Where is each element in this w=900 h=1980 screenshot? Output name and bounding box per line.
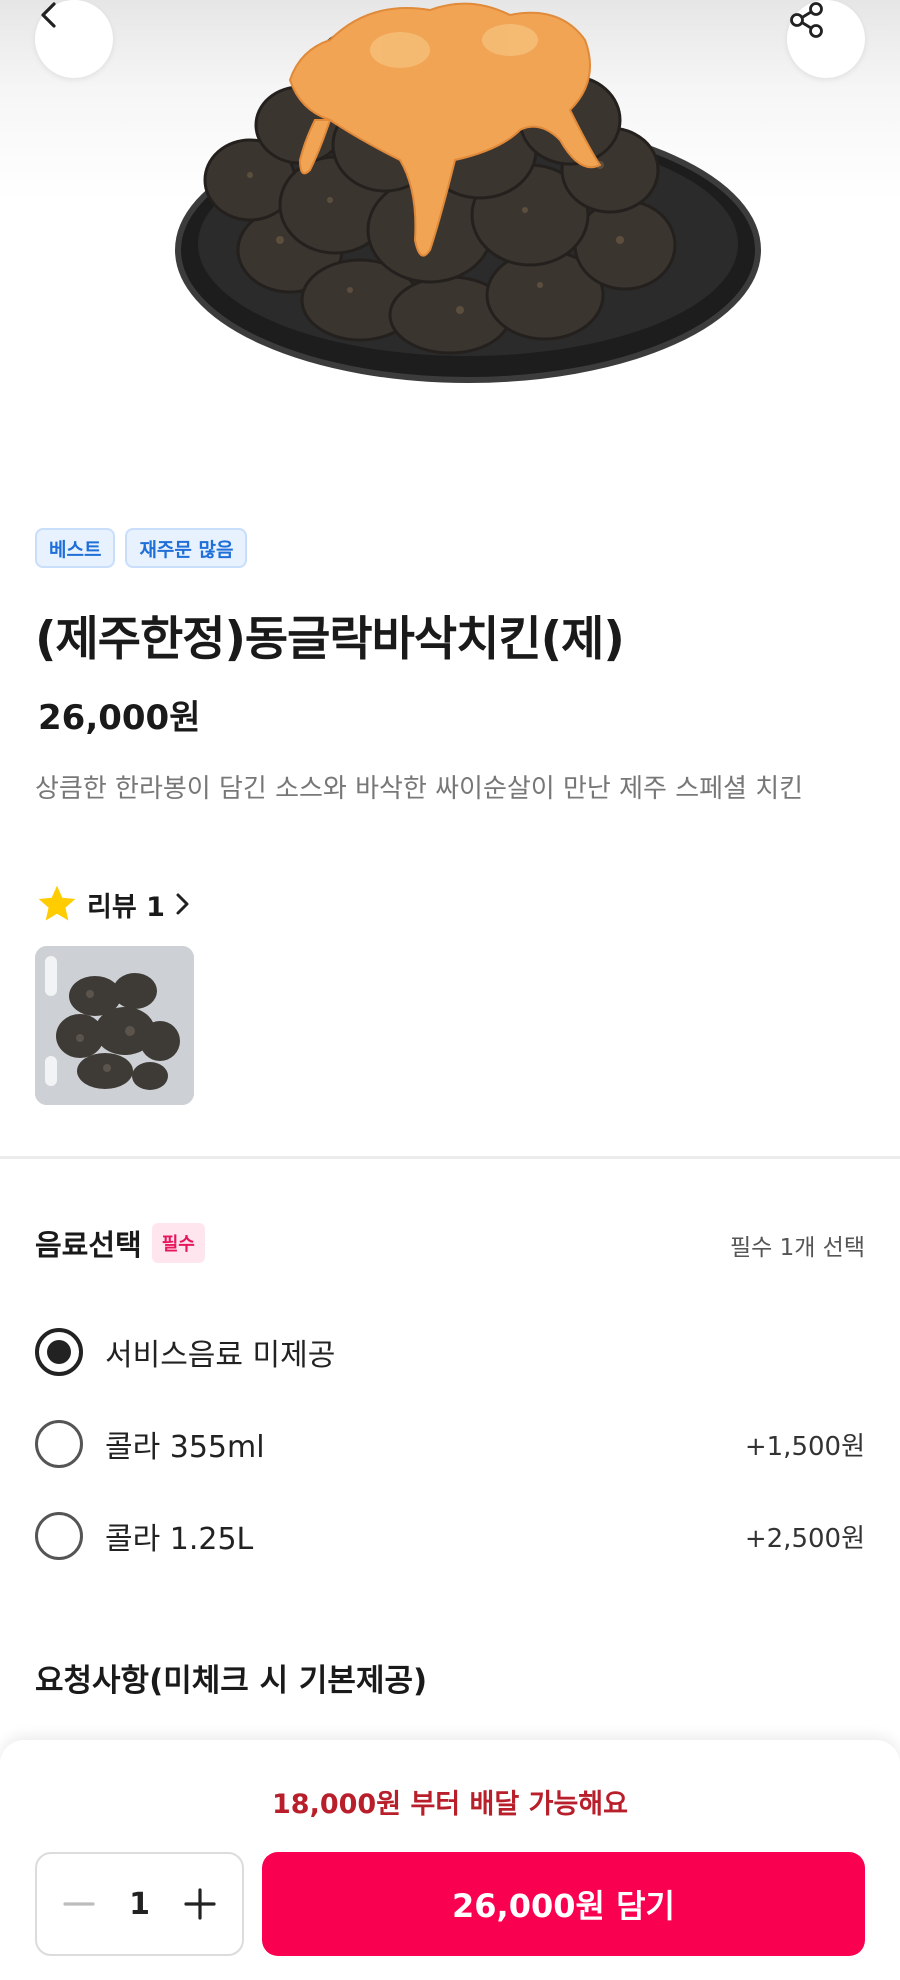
section-divider (0, 1156, 900, 1159)
beverage-section-title: 음료선택 필수 (35, 1222, 205, 1264)
best-badge: 베스트 (35, 528, 116, 568)
radio-unselected-icon[interactable] (35, 1420, 83, 1468)
beverage-option-none[interactable]: 서비스음료 미제공 (35, 1322, 865, 1382)
selection-hint: 필수 1개 선택 (729, 1235, 865, 1261)
radio-unselected-icon[interactable] (35, 1512, 83, 1560)
quantity-value: 1 (129, 1886, 150, 1922)
review-photo-thumbnail[interactable] (35, 946, 194, 1105)
share-button[interactable] (787, 0, 865, 78)
star-icon (38, 885, 76, 921)
share-icon (790, 2, 823, 38)
minus-icon (63, 1902, 95, 1906)
back-button[interactable] (35, 0, 113, 78)
option-label: 서비스음료 미제공 (105, 1338, 336, 1373)
chevron-right-icon (176, 893, 189, 915)
product-title: (제주한정)동글락바삭치킨(제) (35, 612, 625, 667)
requests-section-title: 요청사항(미체크 시 기본제공) (35, 1663, 428, 1699)
increase-quantity-button[interactable] (180, 1884, 220, 1924)
fried-chicken-photo (175, 2, 761, 383)
beverage-option-cola-355[interactable]: 콜라 355ml +1,500원 (35, 1414, 865, 1474)
product-hero-image (0, 0, 900, 470)
min-order-notice: 18,000원 부터 배달 가능해요 (272, 1789, 628, 1820)
product-price: 26,000원 (38, 698, 201, 738)
quantity-stepper: 1 (35, 1852, 244, 1956)
chevron-left-icon (41, 2, 56, 28)
product-description: 상큼한 한라봉이 담긴 소스와 바삭한 싸이순살이 만난 제주 스페셜 치킨 (35, 774, 804, 804)
option-label: 콜라 1.25L (105, 1522, 254, 1557)
decrease-quantity-button[interactable] (59, 1884, 99, 1924)
add-to-cart-button[interactable]: 26,000원 담기 (262, 1852, 865, 1956)
bottom-cart-bar: 18,000원 부터 배달 가능해요 1 26,000원 담기 (0, 1740, 900, 1980)
review-link[interactable]: 리뷰 1 (35, 882, 195, 926)
reorder-badge: 재주문 많음 (125, 528, 248, 568)
review-photo (35, 946, 194, 1105)
required-badge: 필수 (151, 1223, 205, 1263)
radio-selected-icon[interactable] (35, 1328, 83, 1376)
beverage-option-cola-125[interactable]: 콜라 1.25L +2,500원 (35, 1506, 865, 1566)
option-label: 콜라 355ml (105, 1430, 265, 1465)
product-badges: 베스트 재주문 많음 (35, 528, 248, 568)
beverage-title-text: 음료선택 (35, 1228, 142, 1262)
option-price: +1,500원 (744, 1431, 865, 1462)
option-price: +2,500원 (744, 1523, 865, 1554)
plus-icon (184, 1888, 216, 1920)
review-count: 리뷰 1 (87, 891, 165, 923)
